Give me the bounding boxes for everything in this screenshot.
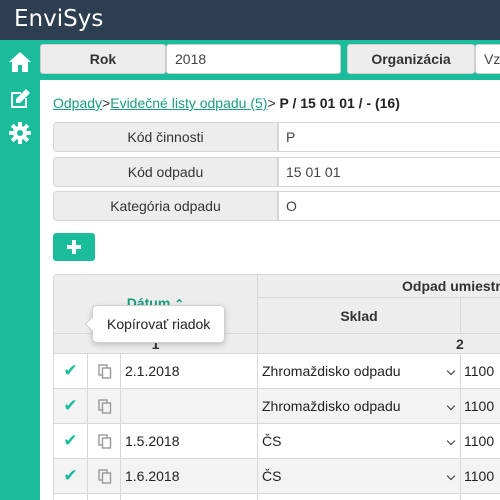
copy-row-button[interactable] [88, 459, 121, 494]
breadcrumb-link-odpady[interactable]: Odpady [53, 95, 102, 111]
row-confirmed-check-icon: ✔ [53, 389, 88, 424]
copy-icon [98, 434, 112, 449]
copy-row-button[interactable] [88, 354, 121, 389]
copy-row-button[interactable] [88, 389, 121, 424]
sklad-select[interactable]: Zhromaždisko odpadu [258, 354, 461, 389]
row-confirmed-check-icon: ✔ [53, 459, 88, 494]
amount-cell[interactable]: 1100 [461, 354, 500, 389]
filter-bar: Rok 2018 Organizácia Vzo [40, 40, 500, 80]
info-value: 15 01 01 [278, 157, 500, 187]
sklad-select[interactable]: ČS [258, 424, 461, 459]
copy-icon [98, 469, 112, 484]
column-group-header: Odpad umiestne [258, 274, 500, 298]
top-bar: EnviSys [0, 0, 500, 40]
gear-icon[interactable] [8, 121, 32, 145]
app-title: EnviSys [14, 6, 104, 32]
amount-cell[interactable]: 1100 [461, 389, 500, 424]
sidebar [0, 40, 40, 500]
info-row-kod-cinnosti: Kód činnosti P [53, 122, 500, 154]
plus-icon [72, 240, 76, 254]
copy-icon [98, 399, 112, 414]
year-label: Rok [40, 44, 166, 74]
breadcrumb-current: P / 15 01 01 / - (16) [279, 95, 400, 111]
sklad-select-value: ČS [262, 468, 282, 484]
breadcrumb-link-evidencne-listy[interactable]: Evidečné listy odpadu (5) [110, 95, 267, 111]
breadcrumb-separator: > [102, 95, 111, 111]
breadcrumb: Odpady>Evidečné listy odpadu (5)> P / 15… [53, 95, 400, 111]
copy-row-button[interactable] [88, 424, 121, 459]
sklad-select-value: Zhromaždisko odpadu [262, 398, 401, 414]
year-field[interactable]: 2018 [166, 44, 341, 74]
row-confirmed-check-icon: ✔ [53, 424, 88, 459]
table-row-partial [258, 494, 461, 500]
info-label: Kód odpadu [53, 157, 278, 187]
breadcrumb-separator: > [267, 95, 276, 111]
chevron-down-icon [446, 471, 456, 481]
table-row-partial [88, 494, 121, 500]
chevron-down-icon [446, 436, 456, 446]
sklad-select[interactable]: Zhromaždisko odpadu [258, 389, 461, 424]
copy-icon [98, 364, 112, 379]
sklad-select[interactable]: ČS [258, 459, 461, 494]
info-row-kod-odpadu: Kód odpadu 15 01 01 [53, 157, 500, 189]
column-header-amount [461, 298, 500, 334]
amount-cell[interactable]: 1100 [461, 424, 500, 459]
date-cell[interactable]: 1.5.2018 [121, 424, 258, 459]
sklad-select-value: Zhromaždisko odpadu [262, 363, 401, 379]
main-content: Odpady>Evidečné listy odpadu (5)> P / 15… [40, 80, 500, 500]
date-cell[interactable] [121, 389, 258, 424]
add-row-button[interactable] [53, 233, 95, 261]
copy-row-tooltip: Kopírovať riadok [84, 305, 225, 343]
table-row-partial [53, 494, 88, 500]
info-label: Kód činnosti [53, 122, 278, 152]
row-confirmed-check-icon: ✔ [53, 354, 88, 389]
date-cell[interactable]: 2.1.2018 [121, 354, 258, 389]
amount-cell[interactable]: 1100 [461, 459, 500, 494]
organization-label: Organizácia [347, 44, 475, 74]
info-value: P [278, 122, 500, 152]
chevron-down-icon [446, 366, 456, 376]
edit-icon[interactable] [8, 87, 32, 111]
info-label: Kategória odpadu [53, 191, 278, 221]
organization-field[interactable]: Vzo [475, 44, 500, 74]
table-row-partial [121, 494, 258, 500]
chevron-down-icon [446, 401, 456, 411]
date-cell[interactable]: 1.6.2018 [121, 459, 258, 494]
home-icon[interactable] [8, 50, 32, 74]
info-row-kategoria-odpadu: Kategória odpadu O [53, 191, 500, 223]
column-header-sklad: Sklad [258, 298, 461, 334]
column-number-2: 2 [258, 334, 500, 354]
tooltip-text: Kopírovať riadok [107, 316, 211, 332]
info-value: O [278, 191, 500, 221]
sklad-select-value: ČS [262, 433, 282, 449]
